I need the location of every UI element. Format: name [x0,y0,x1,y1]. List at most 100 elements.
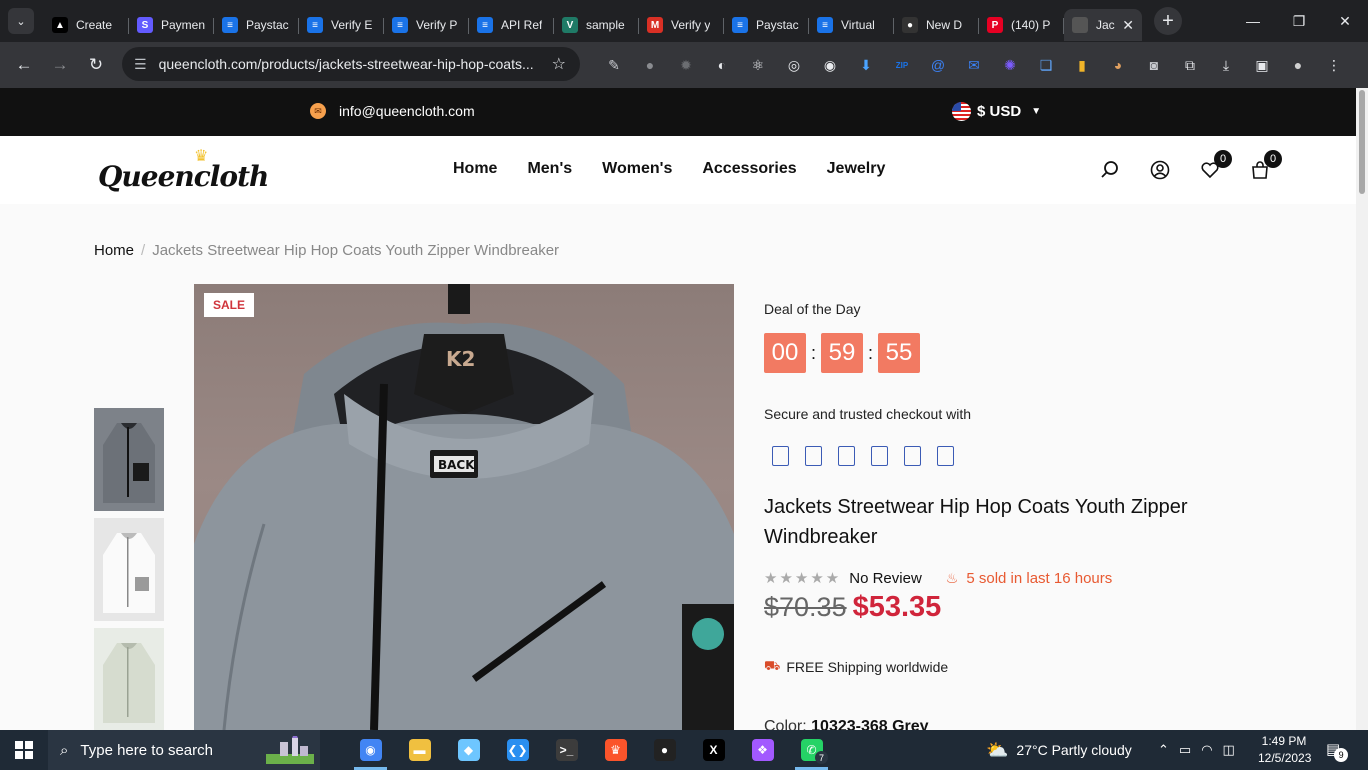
taskbar-app[interactable]: ◆ [444,730,493,770]
minimize-button[interactable]: — [1230,0,1276,42]
nav-link-womens[interactable]: Women's [602,160,672,178]
owl-icon[interactable]: ◕ [1100,50,1136,80]
browser-tab[interactable]: M Verify y [639,9,724,41]
bookmark-star-icon[interactable]: ☆ [552,54,566,74]
taskbar-app[interactable]: ◉ [346,730,395,770]
puzzle-icon[interactable]: ⧉ [1172,50,1208,80]
sticky-app-icon: ◆ [457,739,480,761]
notification-center-icon[interactable]: ▤ 9 [1326,740,1349,762]
site-logo[interactable]: ♛ Queencloth [98,146,269,198]
browser-tab[interactable]: ▲ Create [44,9,129,41]
ext-dot-icon[interactable]: ● [632,50,668,80]
nav-link-home[interactable]: Home [453,160,497,178]
thumbnail-white-jacket[interactable] [94,518,164,621]
taskbar-app[interactable]: ❖ [738,730,787,770]
browser-tab[interactable]: ● New D [894,9,979,41]
currency-selector[interactable]: $ USD ▼ [952,102,1041,121]
gear-purple-icon[interactable]: ✺ [992,50,1028,80]
reload-button[interactable]: ↻ [78,47,114,83]
cart-icon[interactable]: 0 [1248,150,1282,182]
countdown-separator: : [867,342,873,363]
chevron-down-icon: ▼ [1031,106,1042,117]
browser-tab[interactable]: ≡ Verify E [299,9,384,41]
browser-tab[interactable]: ≡ Virtual [809,9,894,41]
battery-icon[interactable]: ▭ [1179,742,1191,758]
taskbar-search-placeholder[interactable]: Type here to search [80,742,213,759]
taskbar-app[interactable]: ● [640,730,689,770]
kebab-menu-icon[interactable]: ⋮ [1316,50,1352,80]
page-scrollbar[interactable] [1356,88,1368,730]
bug-icon[interactable]: ✹ [668,50,704,80]
start-button[interactable] [0,730,48,770]
search-icon[interactable] [1098,158,1122,182]
new-tab-button[interactable]: + [1154,7,1182,35]
browser-tab[interactable]: S Paymen [129,9,214,41]
product-main-image[interactable]: K2 BACK SALE [194,284,734,730]
taskbar-app[interactable]: ▬ [395,730,444,770]
breadcrumb-home-link[interactable]: Home [94,242,134,259]
taskbar-app[interactable]: X [689,730,738,770]
vscode-icon: ❮❯ [506,739,529,761]
top-announcement-bar: ✉ info@queencloth.com $ USD ▼ [0,88,1356,136]
taskbar-app[interactable]: >_ [542,730,591,770]
wifi-icon[interactable]: ◠ [1201,742,1212,758]
at-icon[interactable]: @ [920,50,956,80]
taskbar-clock[interactable]: 1:49 PM 12/5/2023 [1258,733,1311,767]
chart-ext-icon[interactable]: ▮ [1064,50,1100,80]
taskbar-app[interactable]: ✆ 7 [787,730,836,770]
mail-ext-icon[interactable]: ✉ [956,50,992,80]
nav-link-mens[interactable]: Men's [527,160,572,178]
taskbar-app[interactable]: ♛ [591,730,640,770]
download-ext-icon[interactable]: ⬇ [848,50,884,80]
fire-icon: ♨ [945,569,959,586]
scrollbar-thumb[interactable] [1359,90,1365,194]
downloads-icon[interactable]: ⤓ [1208,50,1244,80]
swirl-icon[interactable]: ◐ [704,50,740,80]
back-button[interactable]: ← [6,47,42,83]
thumbnail-mint-jacket[interactable] [94,628,164,730]
nav-link-jewelry[interactable]: Jewelry [827,160,886,178]
wishlist-icon[interactable]: 0 [1198,150,1232,182]
profile-icon[interactable]: ● [1280,50,1316,80]
browser-tab[interactable]: P (140) P [979,9,1064,41]
tab-title: Verify P [416,18,458,32]
browser-tab[interactable]: Vsample [554,9,639,41]
eyedropper-icon[interactable]: ✎ [596,50,632,80]
forward-button[interactable]: → [42,47,78,83]
sidepanel-icon[interactable]: ▣ [1244,50,1280,80]
camera-icon[interactable]: ◙ [1136,50,1172,80]
thumbnail-grey-jacket[interactable] [94,408,164,511]
react-icon[interactable]: ⚛ [740,50,776,80]
site-info-icon[interactable]: ☰ [134,56,147,73]
tab-search-button[interactable]: ⌄ [8,8,34,34]
original-price: $70.35 [764,592,847,622]
file-explorer-icon: ▬ [408,739,431,761]
files-icon[interactable]: ❏ [1028,50,1064,80]
taskbar-app[interactable]: ❮❯ [493,730,542,770]
weather-widget[interactable]: ⛅ 27°C Partly cloudy [986,730,1132,770]
browser-tab[interactable]: ≡ Verify P [384,9,469,41]
clock-time: 1:49 PM [1261,734,1307,748]
browser-tab[interactable]: ≡ API Ref [469,9,554,41]
circle-ext-icon[interactable]: ◉ [812,50,848,80]
taskbar-search[interactable]: ⌕ Type here to search [48,730,320,770]
volume-icon[interactable]: ◫ [1223,742,1235,758]
active-browser-tab[interactable]: Jac ✕ [1064,9,1142,41]
zip-icon[interactable]: ZIP [884,50,920,80]
nav-link-accessories[interactable]: Accessories [702,160,796,178]
contact-email-text[interactable]: info@queencloth.com [339,103,475,119]
address-bar[interactable]: ☰ queencloth.com/products/jackets-street… [122,47,580,81]
close-tab-icon[interactable]: ✕ [1122,17,1134,34]
rating-stars-icon[interactable]: ★★★★★ [764,569,841,587]
chrome-icon: ◉ [359,739,382,761]
url-text[interactable]: queencloth.com/products/jackets-streetwe… [159,56,552,72]
browser-tab[interactable]: ≡ Paystac [214,9,299,41]
maximize-button[interactable]: ❐ [1276,0,1322,42]
chevron-up-icon[interactable]: ⌃ [1158,742,1169,758]
contact-email[interactable]: ✉ info@queencloth.com [310,103,475,119]
browser-tab[interactable]: ≡ Paystac [724,9,809,41]
target-icon[interactable]: ◎ [776,50,812,80]
account-icon[interactable] [1148,158,1172,182]
close-window-button[interactable]: ✕ [1322,0,1368,42]
review-count[interactable]: No Review [849,570,922,587]
